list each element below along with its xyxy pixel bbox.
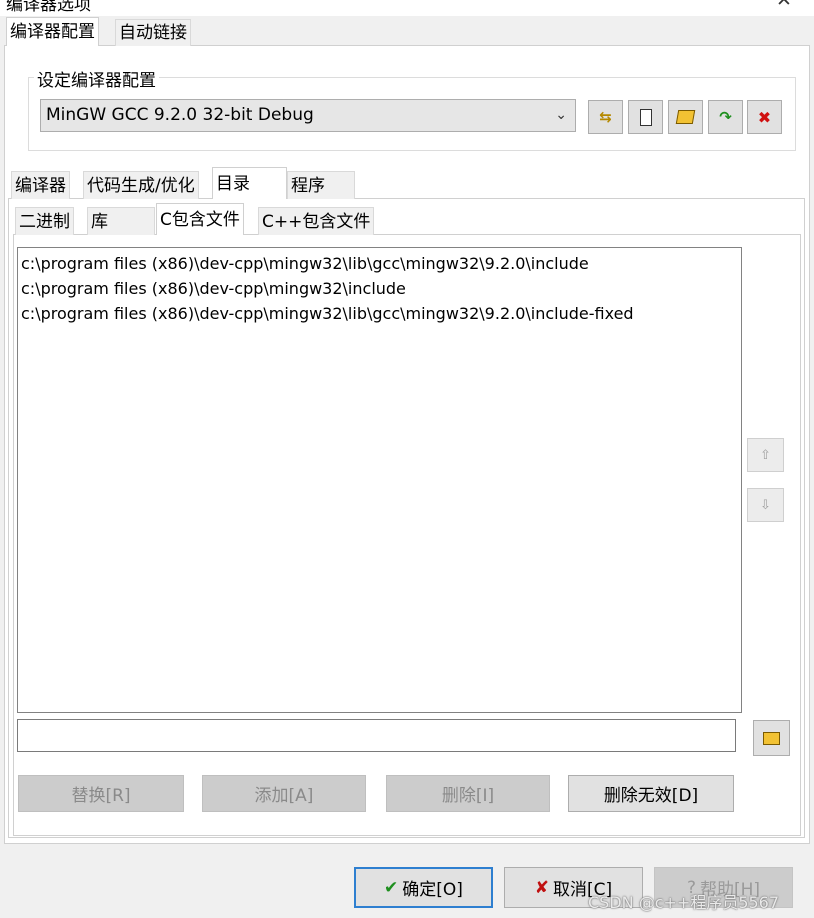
list-item[interactable]: c:\program files (x86)\dev-cpp\mingw32\l… xyxy=(21,301,634,326)
watermark: CSDN @c++程序员5567 xyxy=(588,893,780,912)
list-item[interactable]: c:\program files (x86)\dev-cpp\mingw32\l… xyxy=(21,251,634,276)
config-select-value: MinGW GCC 9.2.0 32-bit Debug xyxy=(46,105,314,125)
tab-codegen[interactable]: 代码生成/优化 xyxy=(83,171,199,199)
directory-path-input[interactable] xyxy=(17,719,736,752)
arrow-down-icon: ⇩ xyxy=(760,497,771,513)
tab-programs[interactable]: 程序 xyxy=(287,171,355,199)
move-up-button[interactable]: ⇧ xyxy=(747,438,784,472)
checkmark-icon: ✔ xyxy=(384,877,399,898)
browse-folder-button[interactable] xyxy=(753,720,790,756)
window-title: 编译器选项 xyxy=(6,0,91,15)
directory-list[interactable]: c:\program files (x86)\dev-cpp\mingw32\l… xyxy=(17,247,742,713)
config-select[interactable]: MinGW GCC 9.2.0 32-bit Debug ⌄ xyxy=(40,99,576,132)
title-bar: 编译器选项 ✕ xyxy=(0,0,814,16)
delete-config-button[interactable]: ✖ xyxy=(747,100,782,134)
apply-config-button[interactable]: ↷ xyxy=(708,100,743,134)
delete-invalid-button[interactable]: 删除无效[D] xyxy=(568,775,734,812)
add-button[interactable]: 添加[A] xyxy=(202,775,366,812)
config-group-label: 设定编译器配置 xyxy=(34,66,159,91)
ok-button[interactable]: ✔ 确定[O] xyxy=(354,867,493,908)
chevron-down-icon[interactable]: ⌄ xyxy=(555,100,567,131)
open-config-button[interactable] xyxy=(668,100,703,134)
tab-binaries[interactable]: 二进制 xyxy=(15,207,74,235)
tab-compiler-config[interactable]: 编译器配置 xyxy=(6,17,99,46)
rename-config-button[interactable]: ⇆ xyxy=(588,100,623,134)
tab-auto-link[interactable]: 自动链接 xyxy=(115,19,191,46)
tab-directories[interactable]: 目录 xyxy=(212,167,287,199)
open-config-icon xyxy=(675,110,696,124)
list-item[interactable]: c:\program files (x86)\dev-cpp\mingw32\i… xyxy=(21,276,634,301)
tab-c-includes[interactable]: C包含文件 xyxy=(156,203,244,235)
rename-config-icon: ⇆ xyxy=(599,108,612,126)
ok-button-label: 确定[O] xyxy=(402,880,463,900)
new-config-button[interactable] xyxy=(628,100,663,134)
replace-button[interactable]: 替换[R] xyxy=(18,775,184,812)
arrow-up-icon: ⇧ xyxy=(760,447,771,463)
new-config-icon xyxy=(639,108,652,126)
tab-compiler[interactable]: 编译器 xyxy=(11,171,70,199)
folder-icon xyxy=(763,731,780,745)
move-down-button[interactable]: ⇩ xyxy=(747,488,784,522)
apply-config-icon: ↷ xyxy=(719,108,732,126)
delete-button[interactable]: 删除[I] xyxy=(386,775,550,812)
tab-libraries[interactable]: 库 xyxy=(87,207,155,235)
close-icon[interactable]: ✕ xyxy=(776,0,792,11)
cross-icon: ✘ xyxy=(534,877,550,898)
delete-config-icon: ✖ xyxy=(757,107,772,127)
tab-cpp-includes[interactable]: C++包含文件 xyxy=(258,207,375,235)
